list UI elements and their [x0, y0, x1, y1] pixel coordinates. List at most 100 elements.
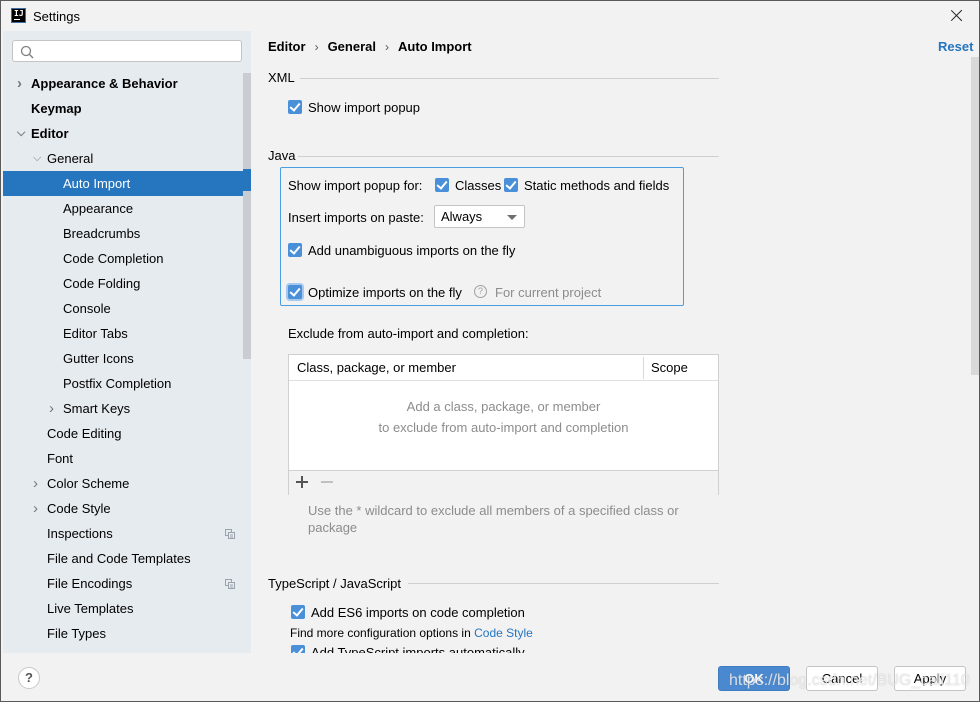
sidebar-item-label: Color Scheme [47, 476, 130, 491]
sidebar-item-label: File Types [47, 626, 107, 641]
sidebar-item-file-types[interactable]: File Types [3, 621, 251, 646]
sidebar-item-appearance[interactable]: Appearance [3, 196, 251, 221]
reset-link[interactable]: Reset [938, 39, 973, 54]
breadcrumb-separator-icon: › [384, 40, 389, 54]
empty-table-text-line2: to exclude from auto-import and completi… [378, 420, 629, 435]
window-title: Settings [33, 9, 80, 24]
sidebar-item-postfix-completion[interactable]: Postfix Completion [3, 371, 251, 396]
section-divider [300, 78, 719, 79]
section-divider [408, 583, 719, 584]
sidebar-scrollbar[interactable] [243, 73, 251, 359]
sidebar-item-label: Code Folding [63, 276, 141, 291]
insert-on-paste-dropdown[interactable]: Always [434, 205, 525, 228]
breadcrumb-item-general: General [327, 39, 376, 54]
sidebar-item-code-editing[interactable]: Code Editing [3, 421, 251, 446]
optimize-imports-hint: For current project [495, 285, 602, 300]
chevron-down-icon[interactable]: ⌵ [17, 121, 27, 146]
chevron-down-icon[interactable]: ⌵ [33, 146, 43, 171]
static-methods-checkbox[interactable] [504, 178, 518, 192]
plus-icon[interactable] [294, 474, 310, 490]
chevron-right-icon[interactable]: › [17, 71, 27, 96]
table-header: Class, package, or member Scope [289, 355, 718, 381]
xml-show-import-popup-checkbox[interactable] [288, 100, 302, 114]
sidebar-item-label: Keymap [31, 101, 82, 116]
sidebar-item-code-style[interactable]: › Code Style [3, 496, 251, 521]
sidebar-item-font[interactable]: Font [3, 446, 251, 471]
sidebar-item-label: Editor [31, 126, 69, 141]
sidebar-item-label: Font [47, 451, 74, 466]
help-button[interactable]: ? [18, 667, 40, 689]
sidebar-item-console[interactable]: Console [3, 296, 251, 321]
sidebar-item-gutter-icons[interactable]: Gutter Icons [3, 346, 251, 371]
add-es6-imports-label: Add ES6 imports on code completion [311, 605, 525, 620]
sidebar-item-label: Smart Keys [63, 401, 131, 416]
sidebar-item-label: Inspections [47, 526, 113, 541]
sidebar-item-general[interactable]: ⌵ General [3, 146, 251, 171]
add-unambiguous-checkbox[interactable] [288, 243, 302, 257]
project-level-icon [225, 579, 235, 589]
column-header-scope[interactable]: Scope [651, 360, 688, 375]
sidebar-item-label: General [47, 151, 94, 166]
insert-on-paste-label: Insert imports on paste: [288, 210, 424, 225]
sidebar-item-label: Code Style [47, 501, 111, 516]
close-icon[interactable] [947, 6, 967, 26]
section-divider [298, 156, 719, 157]
ok-button[interactable]: OK [718, 666, 790, 691]
help-circle-icon[interactable]: ? [474, 285, 487, 298]
dropdown-caret-icon [507, 215, 517, 220]
wildcard-note-line1: Use the * wildcard to exclude all member… [308, 503, 679, 518]
breadcrumb-item-auto-import: Auto Import [397, 39, 472, 54]
sidebar-item-label: Gutter Icons [63, 351, 134, 366]
settings-search-input[interactable] [37, 43, 241, 61]
sidebar-item-auto-import[interactable]: Auto Import [3, 171, 251, 196]
sidebar-item-appearance-behavior[interactable]: › Appearance & Behavior [3, 71, 251, 96]
sidebar-item-live-templates[interactable]: Live Templates [3, 596, 251, 621]
add-es6-imports-checkbox[interactable] [291, 605, 305, 619]
settings-tree: › Appearance & Behavior Keymap ⌵ Editor ⌵ Gene… [3, 71, 251, 646]
show-popup-for-label: Show import popup for: [288, 178, 423, 193]
column-header-class[interactable]: Class, package, or member [297, 360, 456, 375]
sidebar-selection-marker [243, 169, 251, 191]
add-typescript-imports-checkbox[interactable] [291, 645, 305, 653]
sidebar-item-smart-keys[interactable]: › Smart Keys [3, 396, 251, 421]
sidebar-item-label: File Encodings [47, 576, 133, 591]
static-methods-label: Static methods and fields [524, 178, 670, 193]
optimize-imports-label: Optimize imports on the fly [308, 285, 462, 300]
content-scrollbar[interactable] [971, 57, 979, 375]
sidebar-item-breadcrumbs[interactable]: Breadcrumbs [3, 221, 251, 246]
breadcrumb-item-editor: Editor [268, 39, 306, 54]
cancel-button[interactable]: Cancel [806, 666, 878, 691]
sidebar-item-label: Appearance & Behavior [31, 76, 178, 91]
empty-table-text-line1: Add a class, package, or member [406, 399, 601, 414]
minus-icon[interactable] [319, 474, 335, 490]
sidebar-item-color-scheme[interactable]: › Color Scheme [3, 471, 251, 496]
sidebar-item-keymap[interactable]: Keymap [3, 96, 251, 121]
sidebar-item-file-and-code-templates[interactable]: File and Code Templates [3, 546, 251, 571]
optimize-imports-checkbox[interactable] [288, 285, 302, 299]
intellij-app-icon: IJ [11, 8, 26, 23]
add-typescript-imports-label: Add TypeScript imports automatically [311, 645, 525, 653]
chevron-right-icon[interactable]: › [33, 471, 43, 496]
sidebar-item-label: Live Templates [47, 601, 134, 616]
settings-search-box[interactable] [12, 40, 242, 62]
chevron-right-icon[interactable]: › [49, 396, 59, 421]
dialog-footer: ? OK Cancel Apply https://blog.csdn.net/… [1, 653, 979, 701]
column-divider[interactable] [643, 357, 644, 379]
sidebar-item-label: Code Editing [47, 426, 122, 441]
sidebar-item-label: Editor Tabs [63, 326, 128, 341]
sidebar-item-editor[interactable]: ⌵ Editor [3, 121, 251, 146]
more-options-text: Find more configuration options in Code … [290, 626, 533, 640]
chevron-right-icon[interactable]: › [33, 496, 43, 521]
code-style-link[interactable]: Code Style [474, 626, 533, 640]
apply-button[interactable]: Apply [894, 666, 966, 691]
exclude-table[interactable]: Class, package, or member Scope Add a cl… [288, 354, 719, 495]
classes-checkbox[interactable] [435, 178, 449, 192]
settings-sidebar: › Appearance & Behavior Keymap ⌵ Editor ⌵ Gene… [3, 31, 251, 653]
sidebar-item-code-folding[interactable]: Code Folding [3, 271, 251, 296]
section-title-xml: XML [268, 70, 295, 85]
sidebar-item-code-completion[interactable]: Code Completion [3, 246, 251, 271]
sidebar-item-inspections[interactable]: Inspections [3, 521, 251, 546]
sidebar-item-label: Appearance [63, 201, 134, 216]
sidebar-item-editor-tabs[interactable]: Editor Tabs [3, 321, 251, 346]
sidebar-item-file-encodings[interactable]: File Encodings [3, 571, 251, 596]
